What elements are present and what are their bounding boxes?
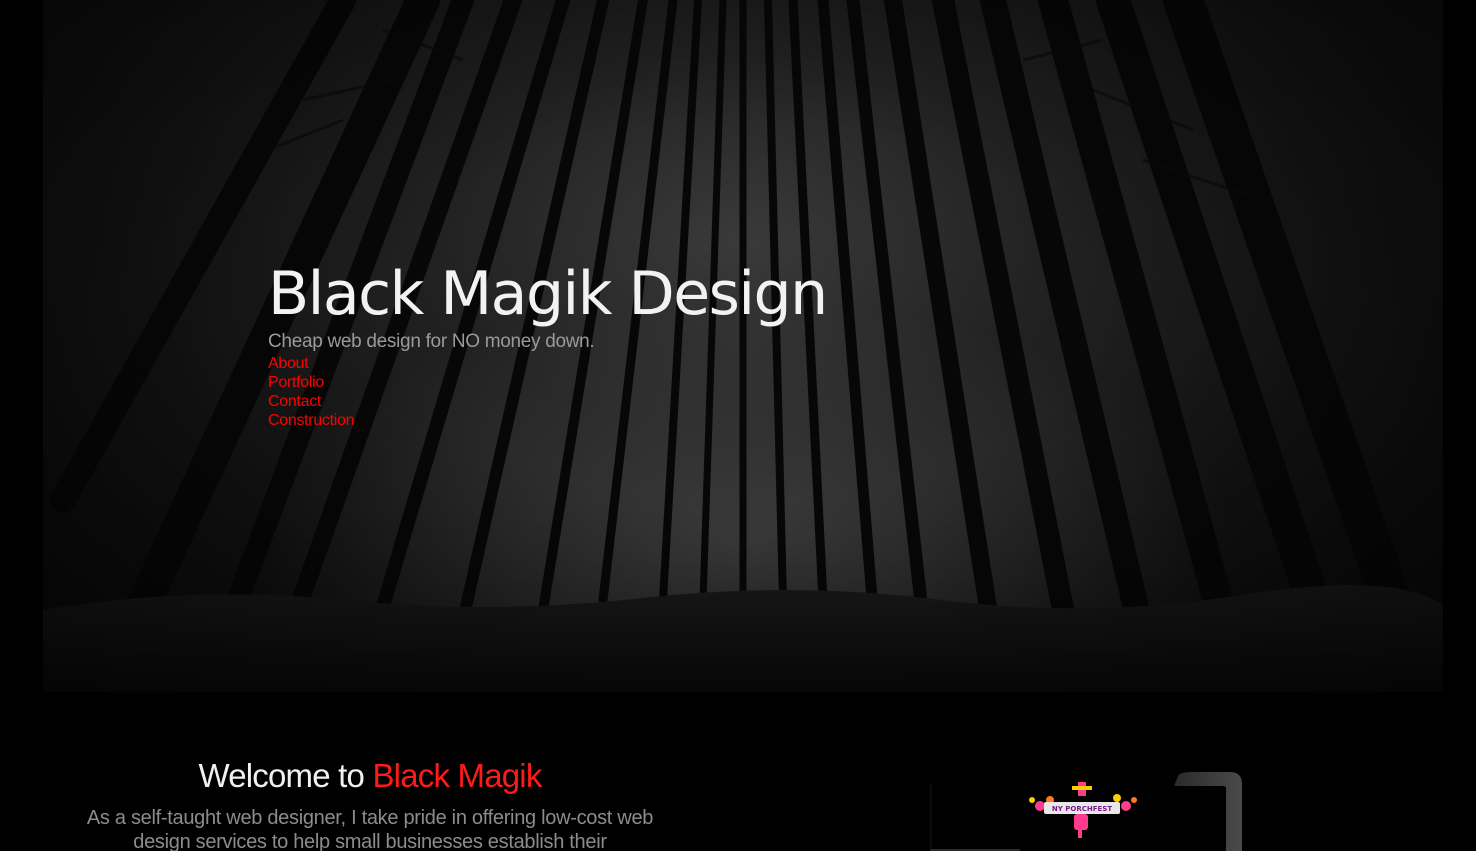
nav-link-about[interactable]: About — [268, 355, 309, 372]
portfolio-device-mockup: NY PORCHFEST — [928, 772, 1250, 851]
welcome-section: Welcome to Black Magik As a self-taught … — [70, 752, 670, 851]
main-nav: About Portfolio Contact Construction — [268, 354, 827, 430]
welcome-heading-prefix: Welcome to — [198, 757, 373, 794]
site-title: Black Magik Design — [268, 259, 828, 329]
site-tagline: Cheap web design for NO money down. — [268, 331, 595, 352]
nav-link-construction[interactable]: Construction — [268, 412, 355, 429]
nav-item-construction: Construction — [268, 411, 827, 430]
nav-link-contact[interactable]: Contact — [268, 393, 321, 410]
ny-porchfest-logo: NY PORCHFEST — [1029, 782, 1137, 838]
welcome-body-text: As a self-taught web designer, I take pr… — [86, 807, 654, 851]
nav-item-about: About — [268, 354, 827, 373]
nav-item-contact: Contact — [268, 392, 827, 411]
welcome-heading: Welcome to Black Magik — [70, 752, 670, 800]
nav-link-portfolio[interactable]: Portfolio — [268, 374, 324, 391]
welcome-heading-accent: Black Magik — [372, 757, 542, 794]
nav-item-portfolio: Portfolio — [268, 373, 827, 392]
hero-section: Black Magik Design Cheap web design for … — [43, 0, 1443, 692]
hero-text: Black Magik Design Cheap web design for … — [268, 258, 828, 430]
ny-porchfest-logo-text: NY PORCHFEST — [1052, 805, 1112, 813]
page: Black Magik Design Cheap web design for … — [0, 0, 1476, 851]
